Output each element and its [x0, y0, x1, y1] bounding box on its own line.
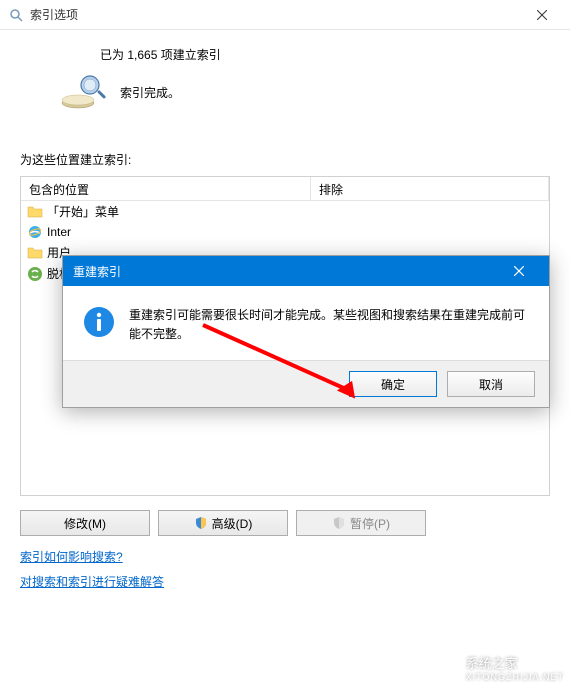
dialog-titlebar: 重建索引 [63, 256, 549, 286]
column-header-exclude[interactable]: 排除 [311, 177, 549, 200]
locations-header: 包含的位置 排除 [21, 177, 549, 201]
button-label: 修改(M) [64, 515, 106, 532]
app-icon [8, 7, 24, 23]
pause-button: 暂停(P) [296, 510, 426, 536]
dialog-close-button[interactable] [499, 257, 539, 285]
button-label: 暂停(P) [350, 515, 390, 532]
shield-icon [332, 516, 346, 530]
button-label: 高级(D) [212, 515, 253, 532]
dialog-title: 重建索引 [73, 263, 499, 280]
locations-label: 为这些位置建立索引: [20, 151, 550, 168]
list-item[interactable]: 「开始」菜单 [21, 201, 549, 222]
ok-button[interactable]: 确定 [349, 371, 437, 397]
indexed-count-text: 已为 1,665 项建立索引 [100, 46, 221, 63]
link-how-affects-search[interactable]: 索引如何影响搜索? [20, 548, 550, 565]
rebuild-index-dialog: 重建索引 重建索引可能需要很长时间才能完成。某些视图和搜索结果在重建完成前可能不… [62, 255, 550, 408]
index-complete-text: 索引完成。 [120, 84, 180, 101]
folder-icon [27, 245, 43, 261]
info-icon [83, 306, 115, 338]
dialog-message: 重建索引可能需要很长时间才能完成。某些视图和搜索结果在重建完成前可能不完整。 [129, 306, 529, 344]
index-status-icon [60, 73, 108, 111]
shield-icon [194, 516, 208, 530]
window-titlebar: 索引选项 [0, 0, 570, 30]
list-item[interactable]: Inter [21, 222, 549, 242]
list-item-label: 「开始」菜单 [47, 203, 119, 220]
modify-button[interactable]: 修改(M) [20, 510, 150, 536]
close-button[interactable] [522, 1, 562, 29]
folder-icon [27, 204, 43, 220]
cancel-button[interactable]: 取消 [447, 371, 535, 397]
sync-icon [27, 266, 43, 282]
watermark-logo-icon [420, 651, 460, 687]
column-header-included[interactable]: 包含的位置 [21, 177, 311, 200]
indexed-count-row: 已为 1,665 项建立索引 [100, 46, 550, 63]
watermark-name: 系统之家 [466, 656, 564, 672]
ie-icon [27, 224, 43, 240]
watermark: 系统之家 XITONGZHIJIA.NET [420, 651, 564, 687]
watermark-url: XITONGZHIJIA.NET [466, 672, 564, 682]
window-title: 索引选项 [30, 6, 522, 23]
list-item-label: Inter [47, 225, 71, 239]
link-troubleshoot[interactable]: 对搜索和索引进行疑难解答 [20, 573, 550, 590]
advanced-button[interactable]: 高级(D) [158, 510, 288, 536]
